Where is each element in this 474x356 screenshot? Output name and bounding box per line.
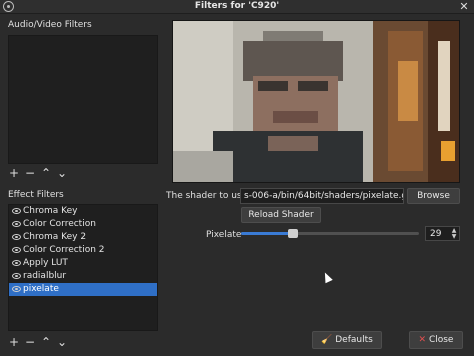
eye-icon[interactable] [12, 286, 21, 292]
close-icon: ✕ [418, 335, 427, 345]
pixelate-slider-fill [241, 232, 293, 235]
down-icon[interactable]: ⌄ [57, 336, 67, 348]
add-icon[interactable]: + [9, 336, 19, 348]
add-icon[interactable]: + [9, 167, 19, 179]
up-icon[interactable]: ⌃ [41, 336, 51, 348]
eye-icon[interactable] [12, 208, 21, 214]
pixelate-slider[interactable] [241, 229, 419, 238]
defaults-button[interactable]: 🧹 Defaults [312, 331, 382, 349]
effect-filters-toolbar: + − ⌃ ⌄ [9, 336, 67, 348]
effect-filters-list[interactable]: Chroma Key Color Correction Chroma Key 2… [8, 204, 158, 331]
source-preview [172, 20, 460, 183]
shader-path-input[interactable]: s-006-a/bin/64bit/shaders/pixelate.glsl [240, 188, 404, 204]
down-icon[interactable]: ⌄ [57, 167, 67, 179]
close-button[interactable]: ✕ Close [409, 331, 463, 349]
filter-item-chroma-key[interactable]: Chroma Key [9, 205, 157, 218]
pixelate-value: 29 [430, 229, 442, 239]
pixelate-spinbox[interactable]: 29 ▲ ▼ [425, 226, 460, 241]
effect-filters-label: Effect Filters [8, 190, 64, 200]
filter-item-color-correction[interactable]: Color Correction [9, 218, 157, 231]
pixelate-slider-handle[interactable] [288, 229, 298, 238]
window-title: Filters for 'C920' [194, 1, 280, 11]
eye-icon[interactable] [12, 221, 21, 227]
up-icon[interactable]: ⌃ [41, 167, 51, 179]
broom-icon: 🧹 [321, 335, 333, 345]
av-filters-list[interactable] [8, 35, 158, 164]
av-filters-label: Audio/Video Filters [8, 20, 92, 30]
browse-button[interactable]: Browse [407, 188, 460, 204]
pixelate-label: Pixelate [206, 230, 242, 240]
eye-icon[interactable] [12, 260, 21, 266]
pixelated-webcam-image [173, 21, 459, 182]
reload-shader-button[interactable]: Reload Shader [241, 207, 321, 223]
window-close-icon[interactable]: ✕ [458, 1, 470, 13]
filter-item-chroma-key-2[interactable]: Chroma Key 2 [9, 231, 157, 244]
spin-down-icon[interactable]: ▼ [450, 234, 458, 240]
eye-icon[interactable] [12, 234, 21, 240]
filter-item-apply-lut[interactable]: Apply LUT [9, 257, 157, 270]
title-bar: Filters for 'C920' ✕ [0, 0, 474, 14]
mouse-cursor-icon [321, 270, 333, 284]
shader-label: The shader to use. [166, 191, 251, 201]
remove-icon[interactable]: − [25, 336, 35, 348]
filter-item-radialblur[interactable]: radialblur [9, 270, 157, 283]
eye-icon[interactable] [12, 247, 21, 253]
filter-item-pixelate[interactable]: pixelate [9, 283, 157, 296]
av-filters-toolbar: + − ⌃ ⌄ [9, 167, 67, 179]
filter-item-color-correction-2[interactable]: Color Correction 2 [9, 244, 157, 257]
eye-icon[interactable] [12, 273, 21, 279]
remove-icon[interactable]: − [25, 167, 35, 179]
